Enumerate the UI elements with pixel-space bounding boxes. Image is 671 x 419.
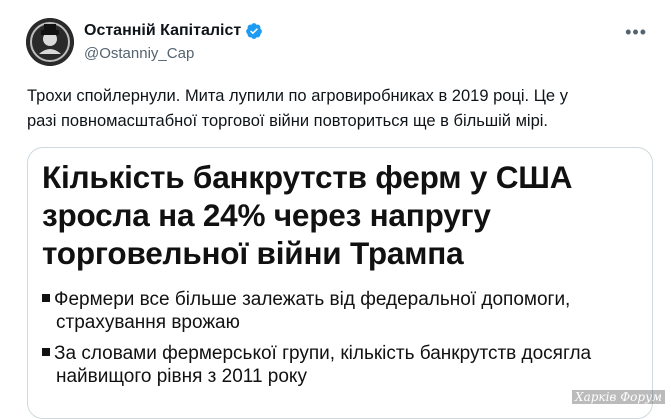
bullet-square-icon [42,348,50,356]
author-display-name[interactable]: Останній Капіталіст [84,22,241,40]
media-bullet-2: За словами фермерської групи, кількість … [42,342,642,388]
tweet-text-line-1: Трохи спойлернули. Мита лупили по агрови… [27,87,568,105]
media-headline: Кількість банкрутств ферм у США зросла н… [42,158,642,272]
headline-line-2: зросла на 24% через напругу [42,197,491,233]
watermark: Харків Форум [572,390,665,404]
verified-badge-icon [245,22,263,40]
tweet-media-image[interactable]: Кількість банкрутств ферм у США зросла н… [27,147,653,419]
media-bullet-1: Фермери все більше залежать від федераль… [42,288,642,334]
avatar[interactable] [26,18,74,66]
author-name-row[interactable]: Останній Капіталіст [84,22,263,40]
bullet-1-line-2: страхування врожаю [56,312,240,333]
more-horizontal-icon[interactable]: ••• [625,23,647,41]
tweet-text: Трохи спойлернули. Мита лупили по агрови… [27,84,647,134]
bullet-square-icon [42,294,50,302]
headline-line-3: торговельної війни Трампа [42,235,464,271]
headline-line-1: Кількість банкрутств ферм у США [42,159,573,195]
bullet-2-line-1: За словами фермерської групи, кількість … [54,343,592,364]
bullet-2-line-2: найвищого рівня з 2011 року [56,366,307,387]
author-handle[interactable]: @Ostanniy_Cap [84,45,194,62]
bullet-1-line-1: Фермери все більше залежать від федераль… [54,289,571,310]
tweet-text-line-2: разі повномасштабної торгової війни повт… [27,112,549,130]
